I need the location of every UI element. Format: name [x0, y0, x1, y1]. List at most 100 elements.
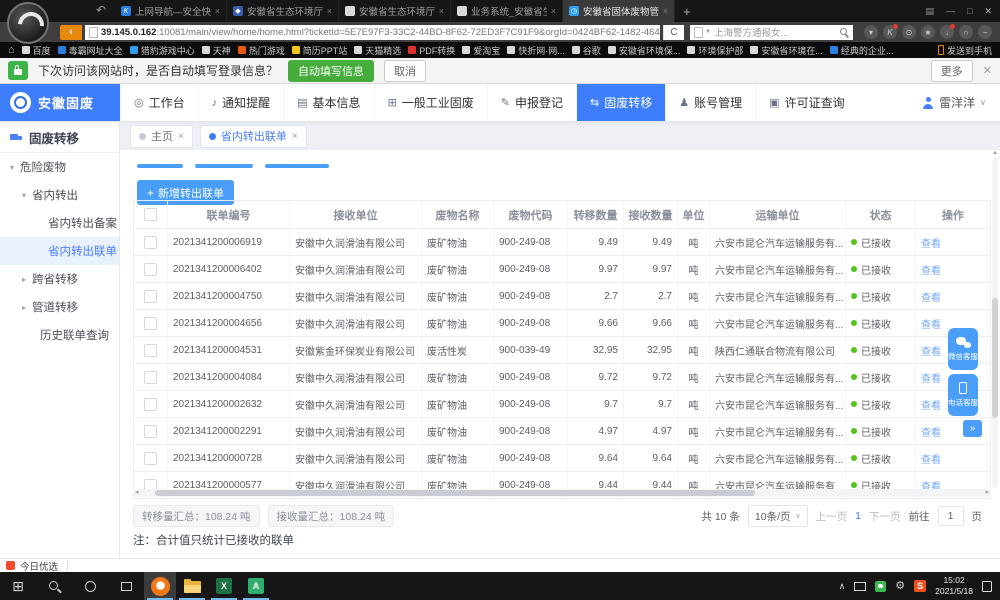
- tray-expand-icon[interactable]: ∧: [839, 581, 846, 592]
- start-button[interactable]: ⊞: [0, 572, 36, 600]
- toolbar-icon[interactable]: ∩: [959, 25, 973, 39]
- minimize-icon[interactable]: —: [946, 6, 955, 16]
- new-tab-icon[interactable]: +: [683, 4, 691, 19]
- taskbar-explorer-icon[interactable]: [176, 572, 208, 600]
- tab-close-icon[interactable]: ×: [215, 6, 220, 16]
- task-view-button[interactable]: [108, 572, 144, 600]
- bookmark-item[interactable]: 猎豹游戏中心: [130, 44, 195, 57]
- tray-sogou-icon[interactable]: S: [914, 580, 926, 592]
- scrollbar-thumb[interactable]: [155, 490, 755, 496]
- skin-icon[interactable]: ▤: [926, 6, 935, 17]
- row-checkbox[interactable]: [144, 236, 157, 249]
- nav-item[interactable]: ♪ 通知提醒: [198, 84, 284, 121]
- view-link[interactable]: 查看: [921, 397, 941, 412]
- sidebar-item[interactable]: 省内转出联单: [0, 237, 119, 265]
- toolbar-icon[interactable]: −: [978, 25, 992, 39]
- engine-dropdown-icon[interactable]: ▼: [705, 29, 711, 35]
- autofill-button[interactable]: 自动填写信息: [288, 60, 374, 82]
- browser-tab[interactable]: ◷ 安徽省固体废物管理 ×: [563, 0, 675, 22]
- browser-logo-icon[interactable]: [7, 2, 49, 44]
- tray-settings-icon[interactable]: ⚙: [895, 581, 905, 592]
- row-checkbox[interactable]: [144, 263, 157, 276]
- row-checkbox[interactable]: [144, 425, 157, 438]
- tab-close-icon[interactable]: ×: [663, 6, 668, 16]
- row-checkbox[interactable]: [144, 452, 157, 465]
- toolbar-icon[interactable]: ▾: [864, 25, 878, 39]
- taskbar-clock[interactable]: 15:02 2021/5/18: [935, 575, 973, 596]
- sidebar-item[interactable]: ▸ 跨省转移: [0, 265, 119, 293]
- tab-close-icon[interactable]: ×: [327, 6, 332, 16]
- nav-item[interactable]: ▣ 许可证查询: [755, 84, 857, 121]
- view-link[interactable]: 查看: [921, 370, 941, 385]
- bookmark-item[interactable]: 安徽省环境保...: [608, 44, 681, 57]
- cortana-button[interactable]: [72, 572, 108, 600]
- nav-item[interactable]: ✎ 申报登记: [487, 84, 576, 121]
- bookmark-item[interactable]: 热门游戏: [238, 44, 285, 57]
- bookmark-item[interactable]: 百度: [22, 44, 51, 57]
- tab-close-icon[interactable]: ×: [292, 131, 298, 142]
- maximize-icon[interactable]: □: [967, 6, 972, 16]
- scrollbar-thumb[interactable]: [992, 298, 998, 418]
- view-link[interactable]: 查看: [921, 316, 941, 331]
- search-icon[interactable]: [840, 28, 849, 37]
- bookmark-item[interactable]: 毒霸网址大全: [58, 44, 123, 57]
- content-tab[interactable]: 省内转出联单 ×: [200, 125, 307, 148]
- view-link[interactable]: 查看: [921, 424, 941, 439]
- bookmark-item[interactable]: 天神: [202, 44, 231, 57]
- tab-close-icon[interactable]: ×: [551, 6, 556, 16]
- back-button[interactable]: ‹: [60, 25, 82, 40]
- bookmark-item[interactable]: 快折网·网...: [507, 44, 565, 57]
- page-size-select[interactable]: 10条/页 ∨: [748, 505, 808, 527]
- toolbar-icon[interactable]: ⊙: [902, 25, 916, 39]
- sidebar-item[interactable]: 省内转出备案: [0, 209, 119, 237]
- row-checkbox[interactable]: [144, 398, 157, 411]
- taskbar-excel-icon[interactable]: X: [208, 572, 240, 600]
- browser-tab[interactable]: 业务系统_安徽省生... ×: [451, 0, 563, 22]
- tray-wechat-icon[interactable]: [875, 581, 886, 592]
- wechat-service-button[interactable]: 微信客服: [948, 328, 978, 370]
- nav-item[interactable]: ◎ 工作台: [120, 84, 198, 121]
- window-close-icon[interactable]: ✕: [984, 6, 992, 17]
- current-page[interactable]: 1: [855, 510, 861, 522]
- goto-page-input[interactable]: [938, 506, 964, 526]
- today-pick-bar[interactable]: 今日优选: [0, 558, 1000, 572]
- tab-close-icon[interactable]: ×: [439, 6, 444, 16]
- view-link[interactable]: 查看: [921, 289, 941, 304]
- toolbar-icon[interactable]: ★: [921, 25, 935, 39]
- scroll-right-icon[interactable]: ▸: [985, 488, 989, 496]
- url-field[interactable]: 39.145.0.162:10081/main/view/home/home.h…: [85, 25, 660, 40]
- bookmark-item[interactable]: 谷歌: [572, 44, 601, 57]
- row-checkbox[interactable]: [144, 344, 157, 357]
- more-button[interactable]: 更多: [931, 60, 973, 82]
- sidebar-item[interactable]: ▾ 危险废物: [0, 153, 119, 181]
- browser-tab[interactable]: 安徽省生态环境厅 ×: [339, 0, 451, 22]
- taskbar-browser-icon[interactable]: [144, 572, 176, 600]
- vertical-scrollbar[interactable]: [992, 158, 998, 488]
- row-checkbox[interactable]: [144, 371, 157, 384]
- prev-page-button[interactable]: 上一页: [816, 509, 848, 524]
- bookmark-item[interactable]: 环境保护部: [687, 44, 743, 57]
- nav-item[interactable]: ♟ 账号管理: [665, 84, 755, 121]
- phone-service-button[interactable]: 电话客服: [948, 374, 978, 416]
- scroll-left-icon[interactable]: ◂: [135, 488, 139, 496]
- sidebar-item[interactable]: ▸ 管道转移: [0, 293, 119, 321]
- bookmark-item[interactable]: 简历PPT站: [292, 44, 348, 57]
- action-center-icon[interactable]: [982, 581, 992, 592]
- sidebar-item[interactable]: ▾ 省内转出: [0, 181, 119, 209]
- bookmark-item[interactable]: PDF转换: [408, 44, 455, 57]
- taskbar-pdf-icon[interactable]: A: [240, 572, 272, 600]
- toolbar-icon[interactable]: K: [883, 25, 897, 39]
- tab-close-icon[interactable]: ×: [178, 131, 184, 142]
- browser-tab[interactable]: K 上网导航—安全快捷... ×: [115, 0, 227, 22]
- view-link[interactable]: 查看: [921, 451, 941, 466]
- row-checkbox[interactable]: [144, 317, 157, 330]
- bookmark-item[interactable]: 天猫精选: [354, 44, 401, 57]
- horizontal-scrollbar[interactable]: ◂ ▸: [133, 489, 991, 497]
- toolbar-icon[interactable]: ↓: [940, 25, 954, 39]
- next-page-button[interactable]: 下一页: [869, 509, 901, 524]
- view-link[interactable]: 查看: [921, 235, 941, 250]
- notification-close-icon[interactable]: ✕: [983, 64, 992, 77]
- cancel-button[interactable]: 取消: [384, 60, 426, 82]
- sidebar-item[interactable]: 历史联单查询: [0, 321, 119, 349]
- row-checkbox[interactable]: [144, 290, 157, 303]
